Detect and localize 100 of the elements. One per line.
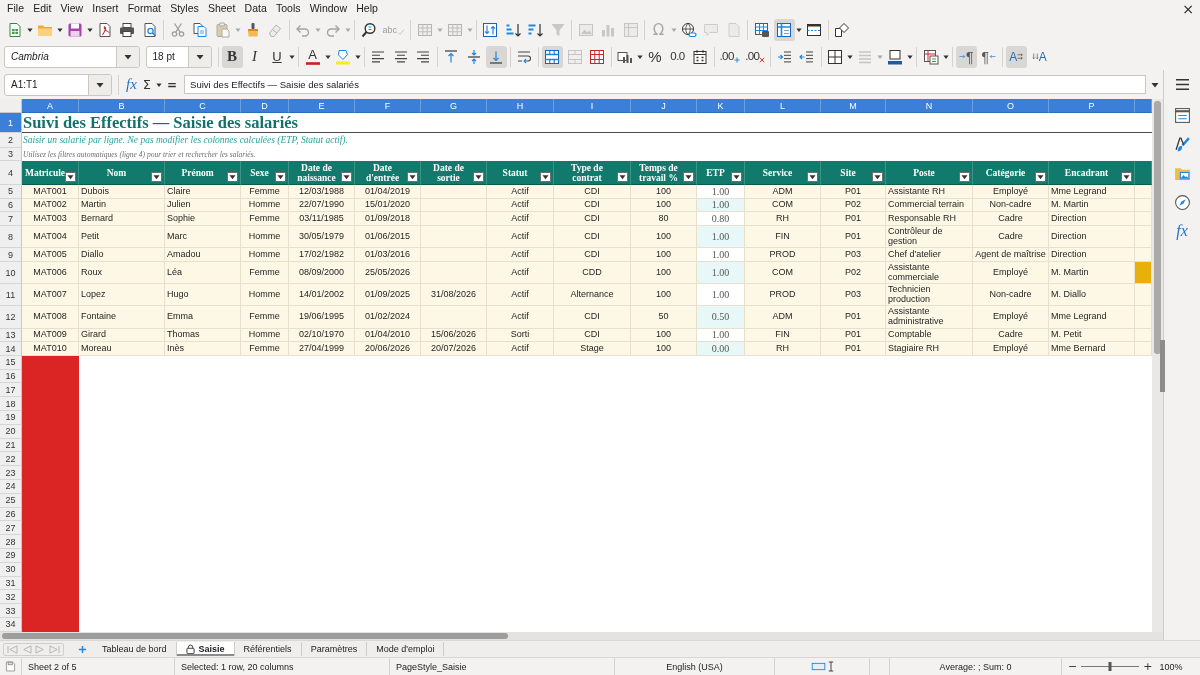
menu-item[interactable]: Insert bbox=[87, 0, 124, 17]
column-header[interactable]: N bbox=[886, 99, 973, 113]
caret-icon[interactable] bbox=[26, 27, 33, 33]
row-header[interactable]: 17 bbox=[0, 383, 22, 398]
navigator-tab[interactable] bbox=[1172, 193, 1192, 211]
row-header[interactable]: 10 bbox=[0, 261, 22, 285]
sheet-tab[interactable]: Tableau de bord bbox=[93, 642, 177, 656]
column-header[interactable]: L bbox=[745, 99, 821, 113]
column-header[interactable]: C bbox=[165, 99, 241, 113]
menu-item[interactable]: File bbox=[2, 0, 29, 17]
row-header[interactable]: 4 bbox=[0, 161, 22, 185]
scrollbar-thumb[interactable] bbox=[1154, 101, 1161, 354]
caret-icon[interactable] bbox=[354, 53, 361, 60]
row-header[interactable]: 22 bbox=[0, 452, 22, 467]
filter-button[interactable] bbox=[540, 172, 551, 182]
zoom-in-button[interactable]: + bbox=[1141, 661, 1155, 672]
row-header[interactable]: 19 bbox=[0, 411, 22, 425]
slider-thumb[interactable] bbox=[1108, 662, 1112, 671]
column-header[interactable]: P bbox=[1049, 99, 1135, 113]
add-decimal-button[interactable]: .00 bbox=[717, 45, 742, 68]
filter-button[interactable] bbox=[1035, 172, 1046, 182]
formula-input[interactable]: Suivi des Effectifs — Saisie des salariés bbox=[184, 75, 1146, 94]
filter-button[interactable] bbox=[683, 172, 694, 182]
column-header[interactable]: A bbox=[22, 99, 79, 113]
menu-item[interactable]: Data bbox=[240, 0, 272, 17]
column-header[interactable]: O bbox=[973, 99, 1049, 113]
menu-icon[interactable] bbox=[1174, 78, 1190, 91]
caret-icon[interactable] bbox=[847, 53, 854, 60]
row-header[interactable]: 9 bbox=[0, 248, 22, 262]
menu-item[interactable]: View bbox=[55, 0, 88, 17]
name-box[interactable]: A1:T1 bbox=[4, 73, 112, 96]
caret-icon[interactable] bbox=[637, 53, 643, 60]
caret-icon[interactable] bbox=[796, 27, 802, 33]
caret-icon[interactable] bbox=[86, 27, 93, 33]
align-bottom-button[interactable] bbox=[485, 45, 507, 68]
column-header[interactable]: B bbox=[79, 99, 165, 113]
formula-button[interactable]: = bbox=[166, 78, 179, 91]
column-header[interactable]: H bbox=[487, 99, 554, 113]
expand-icon[interactable] bbox=[1151, 80, 1159, 89]
number-button[interactable]: 0.0 bbox=[667, 45, 688, 68]
font-name-box[interactable]: Cambria bbox=[4, 45, 140, 68]
text-direction-button[interactable]: A bbox=[1006, 45, 1028, 68]
merge-center-button[interactable] bbox=[541, 45, 563, 68]
menu-item[interactable]: Edit bbox=[28, 0, 56, 17]
row-header[interactable]: 3 bbox=[0, 148, 22, 161]
row-header[interactable]: 1 bbox=[0, 113, 22, 133]
row-header[interactable]: 8 bbox=[0, 226, 22, 249]
underline-button[interactable]: U bbox=[266, 45, 288, 68]
row-header[interactable]: 2 bbox=[0, 133, 22, 148]
menu-item[interactable]: Tools bbox=[271, 0, 306, 17]
caret-icon[interactable] bbox=[907, 53, 914, 60]
selection-mode-icon[interactable] bbox=[810, 662, 826, 671]
font-color-button[interactable]: A bbox=[302, 45, 323, 68]
row-header[interactable]: 28 bbox=[0, 535, 22, 550]
filter-button[interactable] bbox=[473, 172, 484, 182]
caret-icon[interactable] bbox=[156, 81, 163, 88]
filter-button[interactable] bbox=[872, 172, 883, 182]
plus-icon[interactable] bbox=[78, 644, 87, 654]
italic-button[interactable]: I bbox=[244, 45, 265, 68]
sheet-tab[interactable]: Référentiels bbox=[234, 642, 302, 656]
row-header[interactable]: 34 bbox=[0, 618, 22, 632]
caret-icon[interactable] bbox=[942, 53, 949, 60]
column-header[interactable]: G bbox=[421, 99, 487, 113]
filter-button[interactable] bbox=[731, 172, 742, 182]
filter-button[interactable] bbox=[959, 172, 970, 182]
caret-icon[interactable] bbox=[289, 53, 295, 60]
functions-tab[interactable]: fx bbox=[1172, 222, 1192, 240]
row-header[interactable]: 33 bbox=[0, 604, 22, 618]
filter-button[interactable] bbox=[807, 172, 818, 182]
row-header[interactable]: 27 bbox=[0, 521, 22, 536]
row-header[interactable]: 14 bbox=[0, 342, 22, 356]
right-to-left-button[interactable]: ¶ bbox=[978, 45, 1000, 68]
scrollbar-thumb[interactable] bbox=[2, 633, 508, 639]
menu-item[interactable]: Format bbox=[123, 0, 166, 17]
sheet-tab[interactable]: Mode d'emploi bbox=[367, 642, 445, 656]
percent-button[interactable]: % bbox=[644, 45, 666, 68]
row-header[interactable]: 18 bbox=[0, 397, 22, 412]
sum-button[interactable]: Σ bbox=[141, 78, 153, 91]
delete-decimal-button[interactable]: .00 bbox=[743, 45, 768, 68]
filter-button[interactable] bbox=[275, 172, 286, 182]
horizontal-scrollbar[interactable] bbox=[0, 632, 1163, 640]
column-header[interactable]: M bbox=[821, 99, 886, 113]
filter-button[interactable] bbox=[617, 172, 628, 182]
function-wizard-button[interactable]: fx bbox=[125, 77, 138, 92]
menu-item[interactable]: Sheet bbox=[203, 0, 240, 17]
column-header[interactable]: D bbox=[241, 99, 289, 113]
column-header[interactable]: J bbox=[631, 99, 697, 113]
stacked-text-button[interactable]: A bbox=[1028, 45, 1050, 68]
dropdown-button[interactable] bbox=[187, 46, 211, 67]
sheet-tab[interactable]: Saisie bbox=[176, 642, 235, 656]
row-header[interactable]: 11 bbox=[0, 284, 22, 307]
row-header[interactable]: 29 bbox=[0, 549, 22, 563]
dropdown-button[interactable] bbox=[88, 74, 111, 95]
column-header[interactable]: K bbox=[697, 99, 745, 113]
left-to-right-button[interactable]: ¶ bbox=[955, 45, 977, 68]
filter-button[interactable] bbox=[1121, 172, 1132, 182]
row-header[interactable]: 32 bbox=[0, 590, 22, 605]
row-header[interactable]: 7 bbox=[0, 212, 22, 227]
row-header[interactable]: 12 bbox=[0, 306, 22, 329]
row-header[interactable]: 5 bbox=[0, 185, 22, 199]
